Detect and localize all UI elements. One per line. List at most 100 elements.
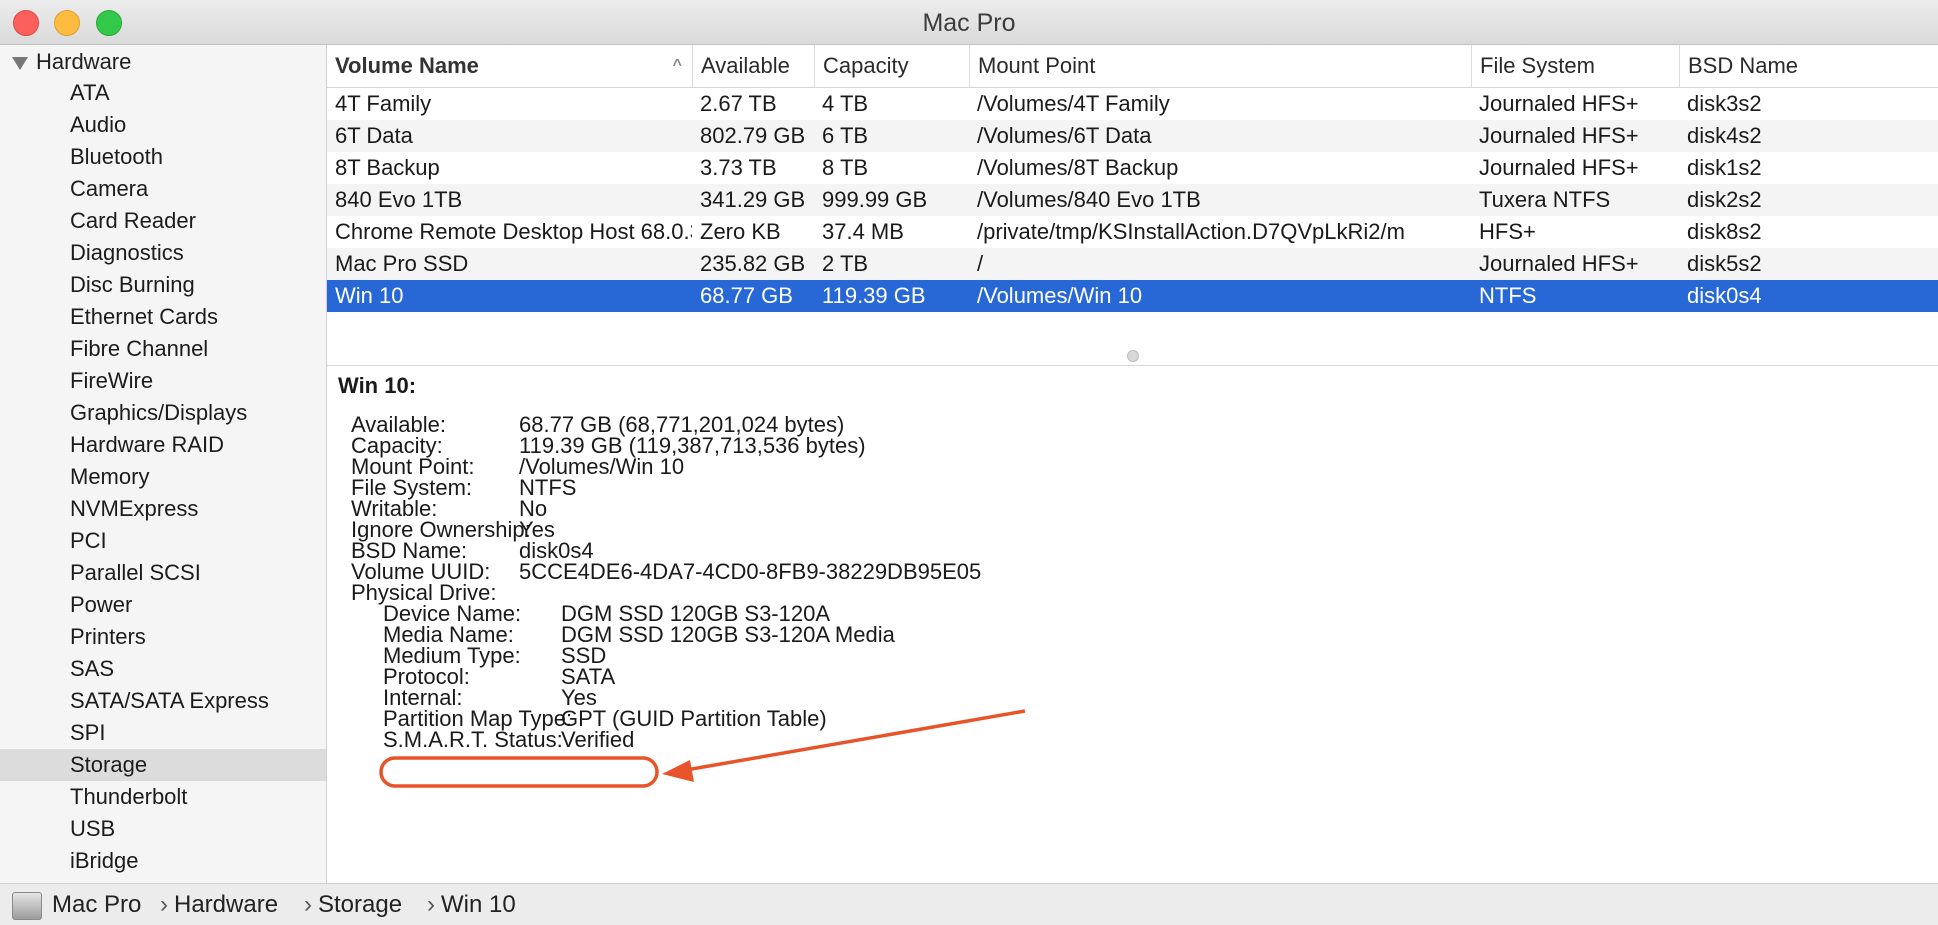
sidebar-item-printers[interactable]: Printers xyxy=(0,621,326,653)
cell-available: 802.79 GB xyxy=(700,123,806,148)
table-row[interactable]: Mac Pro SSD 235.82 GB 2 TB / Journaled HFS+ d… xyxy=(327,248,1938,280)
title-bar: Mac Pro xyxy=(0,0,1938,45)
system-information-window: Mac Pro Hardware ATA Audio Bluetooth Camera… xyxy=(0,0,1938,925)
sidebar-item-card-reader[interactable]: Card Reader xyxy=(0,205,326,237)
cell-bsd-name: disk3s2 xyxy=(1687,91,1762,116)
table-header: Volume Name ^ Available Capacity Mount P… xyxy=(327,45,1938,88)
breadcrumb-separator-icon: › xyxy=(304,891,312,918)
table-row[interactable]: 4T Family 2.67 TB 4 TB/Volumes/4T Family Jo… xyxy=(327,88,1938,120)
sidebar-item-firewire[interactable]: FireWire xyxy=(0,365,326,397)
cell-file-system: NTFS xyxy=(1479,283,1537,308)
column-header-capacity[interactable]: Capacity xyxy=(814,45,969,87)
disclosure-triangle-icon[interactable] xyxy=(12,56,28,70)
cell-available: 2.67 TB xyxy=(700,91,777,116)
cell-bsd-name: disk4s2 xyxy=(1687,123,1762,148)
table-row[interactable]: 8T Backup 3.73 TB 8 TB/Volumes/8T Backup Jo… xyxy=(327,152,1938,184)
table-row[interactable]: 840 Evo 1TB 341.29 GB 999.99 GB/Volumes/84… xyxy=(327,184,1938,216)
column-header-volume-name[interactable]: Volume Name ^ xyxy=(327,45,692,87)
cell-capacity: 4 TB xyxy=(822,91,869,116)
cell-mount-point: /Volumes/8T Backup xyxy=(977,155,1179,180)
cell-available: 3.73 TB xyxy=(700,155,777,180)
breadcrumb-separator-icon: › xyxy=(427,891,435,918)
physical-drive-label: S.M.A.R.T. Status: xyxy=(383,727,563,752)
cell-file-system: Journaled HFS+ xyxy=(1479,91,1639,116)
sidebar-item-ata[interactable]: ATA xyxy=(0,77,326,109)
cell-capacity: 2 TB xyxy=(822,251,869,276)
sidebar: Hardware ATA Audio Bluetooth Camera Card Rea… xyxy=(0,45,327,883)
cell-bsd-name: disk2s2 xyxy=(1687,187,1762,212)
cell-file-system: Journaled HFS+ xyxy=(1479,123,1639,148)
cell-mount-point: /Volumes/840 Evo 1TB xyxy=(977,187,1201,212)
cell-capacity: 37.4 MB xyxy=(822,219,904,244)
cell-mount-point: /Volumes/6T Data xyxy=(977,123,1152,148)
cell-available: 68.77 GB xyxy=(700,283,793,308)
breadcrumb-separator-icon: › xyxy=(160,891,168,918)
cell-file-system: Journaled HFS+ xyxy=(1479,155,1639,180)
cell-volume-name: Chrome Remote Desktop Host 68.0.3440.1 xyxy=(335,219,692,244)
cell-volume-name: Mac Pro SSD xyxy=(335,251,469,276)
sidebar-item-memory[interactable]: Memory xyxy=(0,461,326,493)
cell-volume-name: Win 10 xyxy=(335,283,404,308)
split-view-handle[interactable] xyxy=(1127,350,1139,362)
column-header-file-system[interactable]: File System xyxy=(1471,45,1679,87)
table-row[interactable]: Win 10 68.77 GB 119.39 GB/Volumes/Win 10 NT… xyxy=(327,280,1938,312)
sidebar-item-sata-sata-express[interactable]: SATA/SATA Express xyxy=(0,685,326,717)
cell-volume-name: 840 Evo 1TB xyxy=(335,187,463,212)
breadcrumb-hardware[interactable]: › Hardware xyxy=(160,884,278,925)
sidebar-group-label: Hardware xyxy=(36,49,132,74)
cell-available: Zero KB xyxy=(700,219,781,244)
sidebar-item-bluetooth[interactable]: Bluetooth xyxy=(0,141,326,173)
sidebar-item-spi[interactable]: SPI xyxy=(0,717,326,749)
cell-bsd-name: disk5s2 xyxy=(1687,251,1762,276)
cell-mount-point: / xyxy=(977,251,984,276)
cell-mount-point: /private/tmp/KSInstallAction.D7QVpLkRi2/… xyxy=(977,219,1405,244)
physical-drive-value: Verified xyxy=(561,727,635,752)
column-header-mount-point[interactable]: Mount Point xyxy=(969,45,1471,87)
cell-volume-name: 8T Backup xyxy=(335,155,440,180)
sidebar-item-audio[interactable]: Audio xyxy=(0,109,326,141)
sidebar-item-ibridge[interactable]: iBridge xyxy=(0,845,326,877)
sidebar-item-disc-burning[interactable]: Disc Burning xyxy=(0,269,326,301)
window-title: Mac Pro xyxy=(922,9,1016,37)
cell-capacity: 6 TB xyxy=(822,123,869,148)
sidebar-item-power[interactable]: Power xyxy=(0,589,326,621)
cell-volume-name: 6T Data xyxy=(335,123,413,148)
sidebar-item-sas[interactable]: SAS xyxy=(0,653,326,685)
table-row[interactable]: 6T Data 802.79 GB 6 TB/Volumes/6T Data Jour… xyxy=(327,120,1938,152)
table-row[interactable]: Chrome Remote Desktop Host 68.0.3440.1 Ze… xyxy=(327,216,1938,248)
cell-file-system: Tuxera NTFS xyxy=(1479,187,1611,212)
cell-capacity: 8 TB xyxy=(822,155,869,180)
cell-bsd-name: disk1s2 xyxy=(1687,155,1762,180)
cell-capacity: 999.99 GB xyxy=(822,187,928,212)
breadcrumb-win-10[interactable]: › Win 10 xyxy=(427,884,516,925)
sidebar-item-parallel-scsi[interactable]: Parallel SCSI xyxy=(0,557,326,589)
cell-volume-name: 4T Family xyxy=(335,91,432,116)
cell-mount-point: /Volumes/4T Family xyxy=(977,91,1170,116)
breadcrumb-mac-pro[interactable]: Mac Pro xyxy=(52,884,141,925)
column-header-bsd-name[interactable]: BSD Name xyxy=(1679,45,1938,87)
cell-mount-point: /Volumes/Win 10 xyxy=(977,283,1143,308)
sidebar-item-nvmexpress[interactable]: NVMExpress xyxy=(0,493,326,525)
detail-value: 5CCE4DE6-4DA7-4CD0-8FB9-38229DB95E05 xyxy=(519,559,982,584)
cell-capacity: 119.39 GB xyxy=(822,283,926,308)
sidebar-item-ethernet-cards[interactable]: Ethernet Cards xyxy=(0,301,326,333)
table-body: 4T Family 2.67 TB 4 TB/Volumes/4T Family Jo… xyxy=(327,88,1938,312)
sidebar-item-thunderbolt[interactable]: Thunderbolt xyxy=(0,781,326,813)
mac-pro-icon xyxy=(12,892,42,920)
volumes-table: Volume Name ^ Available Capacity Mount P… xyxy=(327,45,1938,365)
details-pane: Win 10: Available: 68.77 GB (68,771,201,0… xyxy=(327,366,1938,883)
cell-bsd-name: disk8s2 xyxy=(1687,219,1762,244)
sidebar-item-diagnostics[interactable]: Diagnostics xyxy=(0,237,326,269)
sidebar-item-usb[interactable]: USB xyxy=(0,813,326,845)
sidebar-item-hardware-raid[interactable]: Hardware RAID xyxy=(0,429,326,461)
sidebar-item-fibre-channel[interactable]: Fibre Channel xyxy=(0,333,326,365)
sidebar-item-graphics-displays[interactable]: Graphics/Displays xyxy=(0,397,326,429)
sidebar-item-camera[interactable]: Camera xyxy=(0,173,326,205)
sidebar-item-pci[interactable]: PCI xyxy=(0,525,326,557)
sort-ascending-icon: ^ xyxy=(672,57,682,74)
sidebar-item-storage[interactable]: Storage xyxy=(0,749,326,781)
breadcrumb-storage[interactable]: › Storage xyxy=(304,884,402,925)
sidebar-group-hardware[interactable]: Hardware xyxy=(12,47,131,77)
column-header-available[interactable]: Available xyxy=(692,45,814,87)
path-bar: Mac Pro › Hardware › Storage › Win 10 xyxy=(0,883,1938,925)
